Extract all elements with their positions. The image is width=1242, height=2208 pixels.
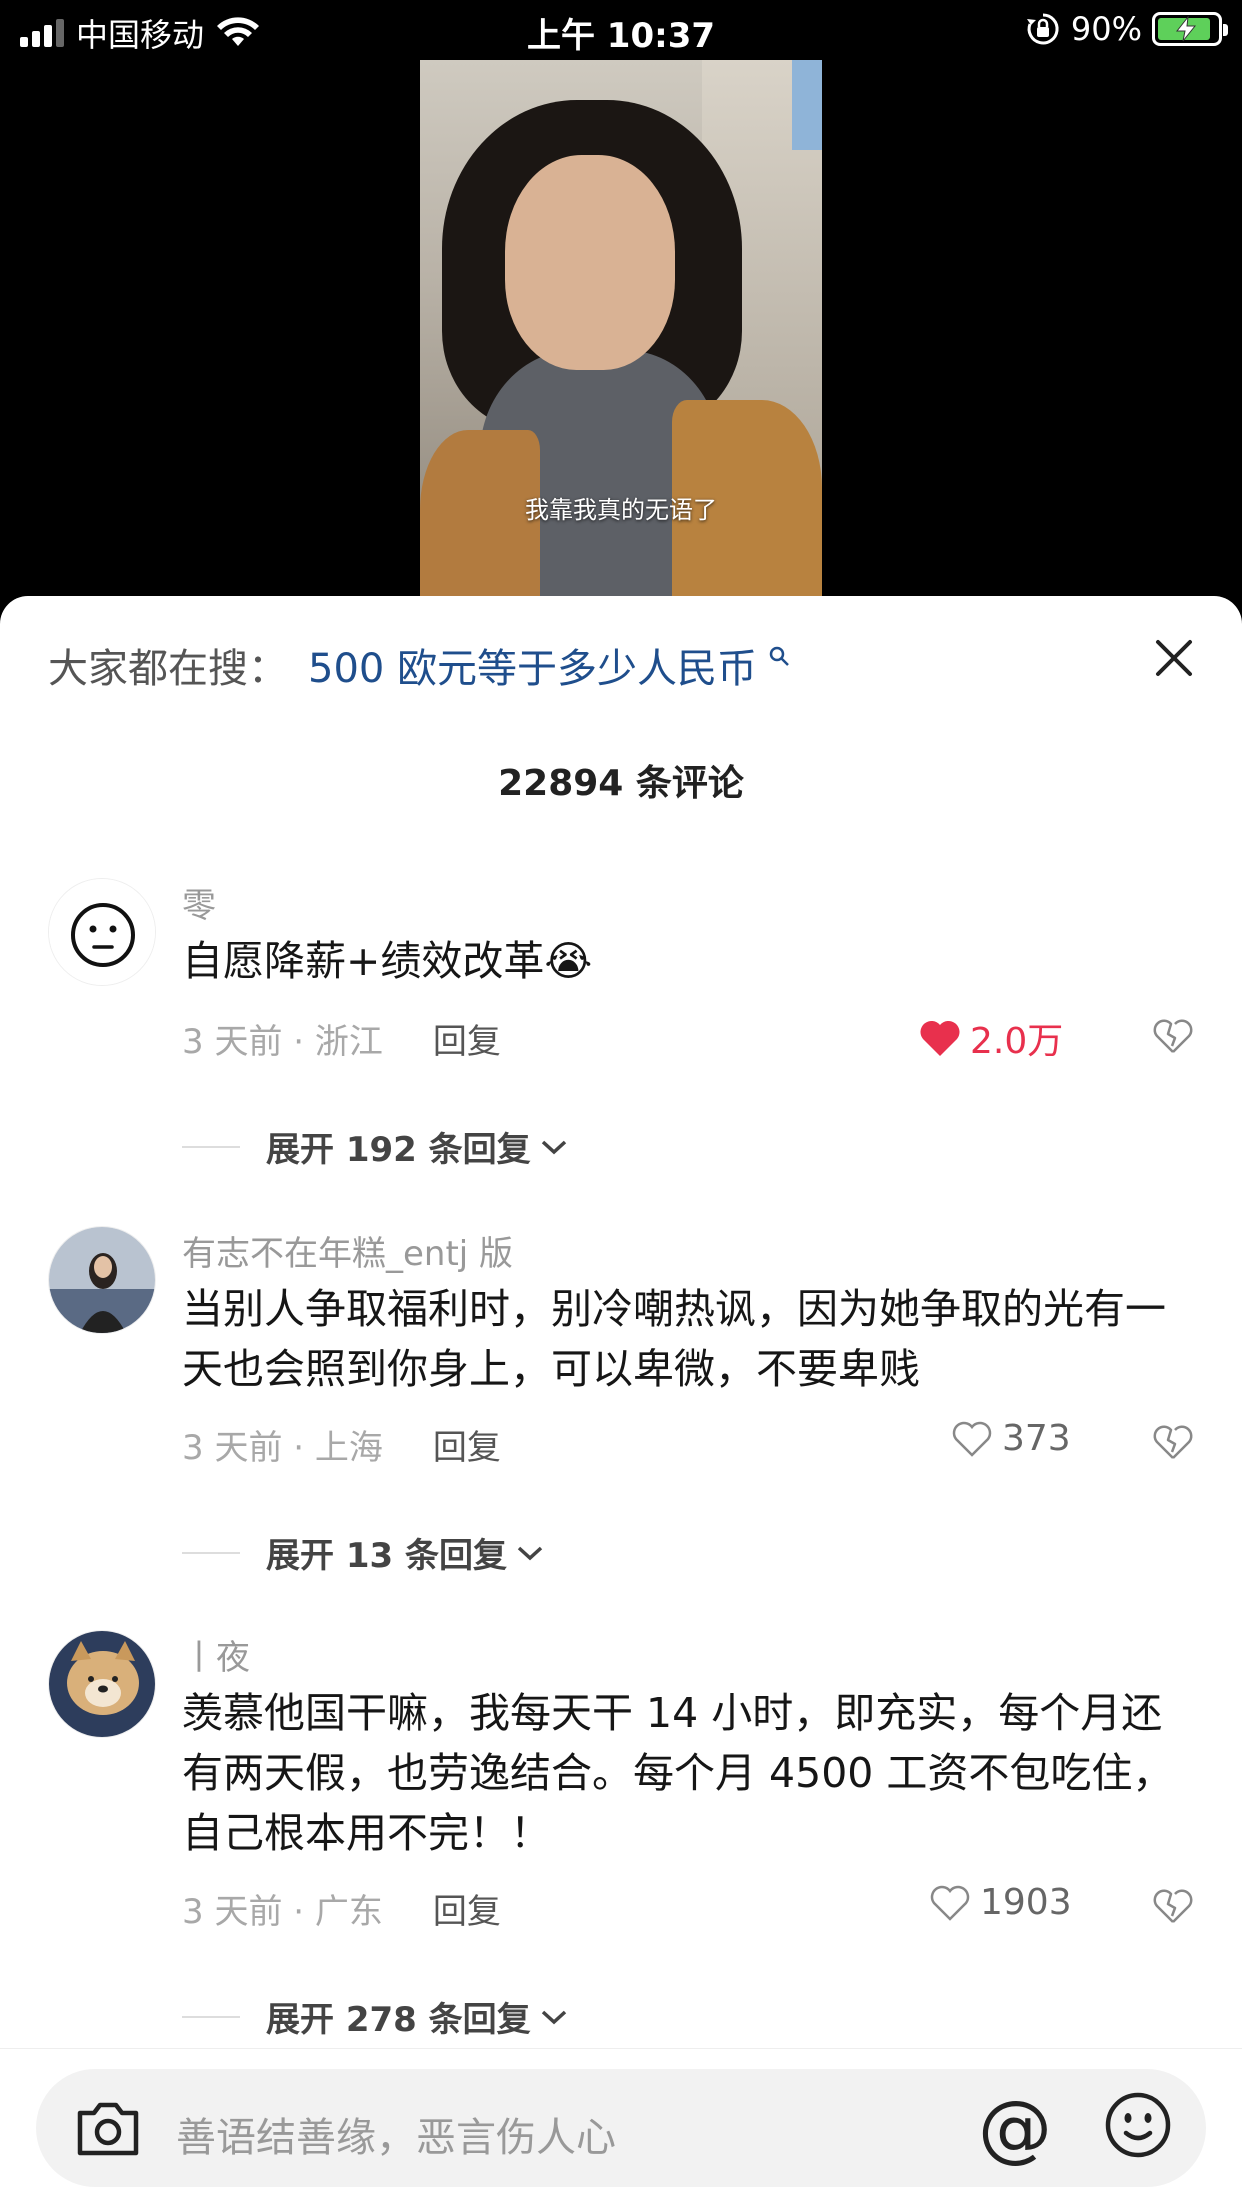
emoji-icon[interactable] [1102, 2089, 1174, 2161]
comment-username[interactable]: 有志不在年糕_entj 版 [182, 1226, 1182, 1275]
comment-meta: 3 天前 · 浙江 回复 [182, 1014, 501, 1063]
comment-meta: 3 天前 · 广东 回复 [182, 1884, 501, 1933]
comment-username[interactable]: 丨夜 [182, 1630, 1182, 1679]
expand-divider [182, 1551, 240, 1554]
like-button[interactable]: 2.0万 [918, 1012, 1063, 1064]
expand-replies-button[interactable]: 展开 192 条回复 [182, 1122, 569, 1171]
reply-button[interactable]: 回复 [433, 1014, 501, 1063]
comment-time-location: 3 天前 · 上海 [182, 1428, 383, 1468]
heart-outline-icon [930, 1885, 970, 1921]
video-subtitle: 我靠我真的无语了 [525, 496, 717, 524]
expand-replies-label: 展开 192 条回复 [266, 1130, 531, 1170]
search-icon [769, 646, 789, 666]
chevron-down-icon [517, 1546, 543, 1560]
like-button[interactable]: 373 [950, 1418, 1071, 1459]
reply-button[interactable]: 回复 [433, 1884, 501, 1933]
comment-text: 当别人争取福利时，别冷嘲热讽，因为她争取的光有一天也会照到你身上，可以卑微，不要… [182, 1285, 1166, 1393]
heart-outline-icon [952, 1421, 992, 1457]
camera-icon[interactable] [74, 2097, 142, 2159]
like-count: 373 [1002, 1418, 1071, 1459]
heart-filled-icon [920, 1020, 960, 1056]
comment-sheet: 大家都在搜： 500 欧元等于多少人民币 22894 条评论 零 自愿降薪+绩效… [0, 596, 1242, 2208]
comment-time-location: 3 天前 · 广东 [182, 1892, 383, 1932]
broken-heart-icon[interactable] [1152, 1886, 1194, 1926]
avatar[interactable] [48, 878, 156, 986]
comment-body: 有志不在年糕_entj 版 当别人争取福利时，别冷嘲热讽，因为她争取的光有一天也… [182, 1226, 1182, 1399]
search-suggestion-link[interactable]: 500 欧元等于多少人民币 [308, 636, 757, 694]
face-doodle-avatar-icon [49, 879, 155, 985]
expand-replies-button[interactable]: 展开 278 条回复 [182, 1992, 569, 2041]
trending-search: 大家都在搜： 500 欧元等于多少人民币 [48, 636, 791, 694]
photo-avatar-icon [49, 1227, 155, 1333]
crying-emoji-icon: 😭 [544, 937, 593, 985]
expand-replies-label: 展开 13 条回复 [266, 1536, 507, 1576]
comment-text: 自愿降薪+绩效改革😭 [182, 931, 1182, 991]
expand-divider [182, 2015, 240, 2018]
dog-avatar-icon [49, 1631, 155, 1737]
status-right: 90% [1025, 10, 1228, 48]
broken-heart-icon[interactable] [1152, 1016, 1194, 1056]
like-button[interactable]: 1903 [928, 1882, 1072, 1923]
comment-body: 丨夜 羡慕他国干嘛，我每天干 14 小时，即充实，每个月还有两天假，也劳逸结合。… [182, 1630, 1182, 1863]
comment-meta: 3 天前 · 上海 回复 [182, 1420, 501, 1469]
expand-divider [182, 1145, 240, 1148]
battery-percent: 90% [1070, 10, 1142, 48]
video-player[interactable]: 我靠我真的无语了 [420, 60, 822, 600]
comment-input-bar: 善语结善缘，恶言伤人心 @ [0, 2048, 1242, 2208]
like-count: 1903 [980, 1882, 1072, 1923]
comment-body: 零 自愿降薪+绩效改革😭 [182, 878, 1182, 991]
rotation-lock-icon [1026, 13, 1059, 45]
broken-heart-icon[interactable] [1152, 1422, 1194, 1462]
comment-username[interactable]: 零 [182, 878, 1182, 927]
video-person-face [505, 155, 675, 370]
chevron-down-icon [541, 1140, 566, 1154]
close-icon[interactable] [1150, 634, 1198, 682]
comment-text: 羡慕他国干嘛，我每天干 14 小时，即充实，每个月还有两天假，也劳逸结合。每个月… [182, 1689, 1174, 1857]
charging-bolt-icon [1175, 16, 1197, 42]
avatar[interactable] [48, 1226, 156, 1334]
expand-replies-button[interactable]: 展开 13 条回复 [182, 1528, 545, 1577]
video-background-sky [792, 60, 822, 150]
comment-text-content: 自愿降薪+绩效改革 [182, 937, 545, 985]
expand-replies-label: 展开 278 条回复 [266, 2000, 531, 2040]
comment-time-location: 3 天前 · 浙江 [182, 1022, 383, 1062]
input-placeholder: 善语结善缘，恶言伤人心 [176, 2115, 616, 2161]
comment-input[interactable]: 善语结善缘，恶言伤人心 @ [36, 2069, 1206, 2187]
chevron-down-icon [541, 2010, 566, 2024]
mention-at-icon[interactable]: @ [978, 2083, 1052, 2173]
reply-button[interactable]: 回复 [433, 1420, 501, 1469]
avatar[interactable] [48, 1630, 156, 1738]
battery-icon [1152, 12, 1228, 46]
status-bar: 中国移动 上午 10:37 90% [0, 0, 1242, 60]
like-count: 2.0万 [970, 1021, 1064, 1062]
search-prefix: 大家都在搜： [48, 646, 288, 692]
comment-count: 22894 条评论 [498, 763, 744, 804]
